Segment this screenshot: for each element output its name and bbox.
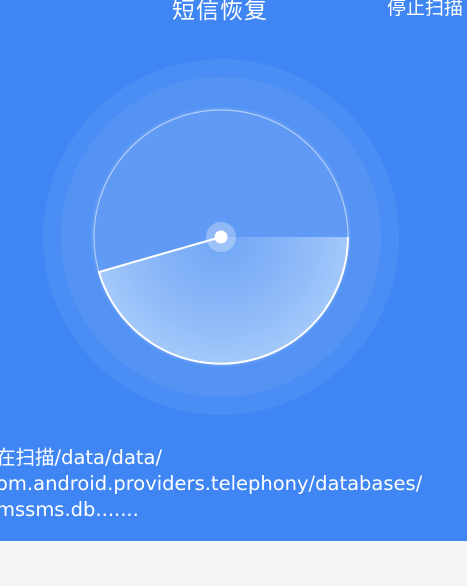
scan-path-line: mssms.db.......: [0, 498, 139, 521]
bottom-bar: [0, 541, 467, 586]
scan-panel: 短信恢复 停止扫描 在扫描/data/data/ om.android.prov…: [0, 0, 467, 541]
scan-path-line: om.android.providers.telephony/databases…: [0, 472, 423, 495]
sms-recovery-screen: 短信恢复 停止扫描 在扫描/data/data/ om.android.prov…: [0, 0, 467, 586]
scan-path-text: 在扫描/data/data/ om.android.providers.tele…: [0, 445, 466, 523]
radar-center-dot-icon: [214, 230, 228, 244]
scan-path-line: 在扫描/data/data/: [0, 446, 163, 469]
